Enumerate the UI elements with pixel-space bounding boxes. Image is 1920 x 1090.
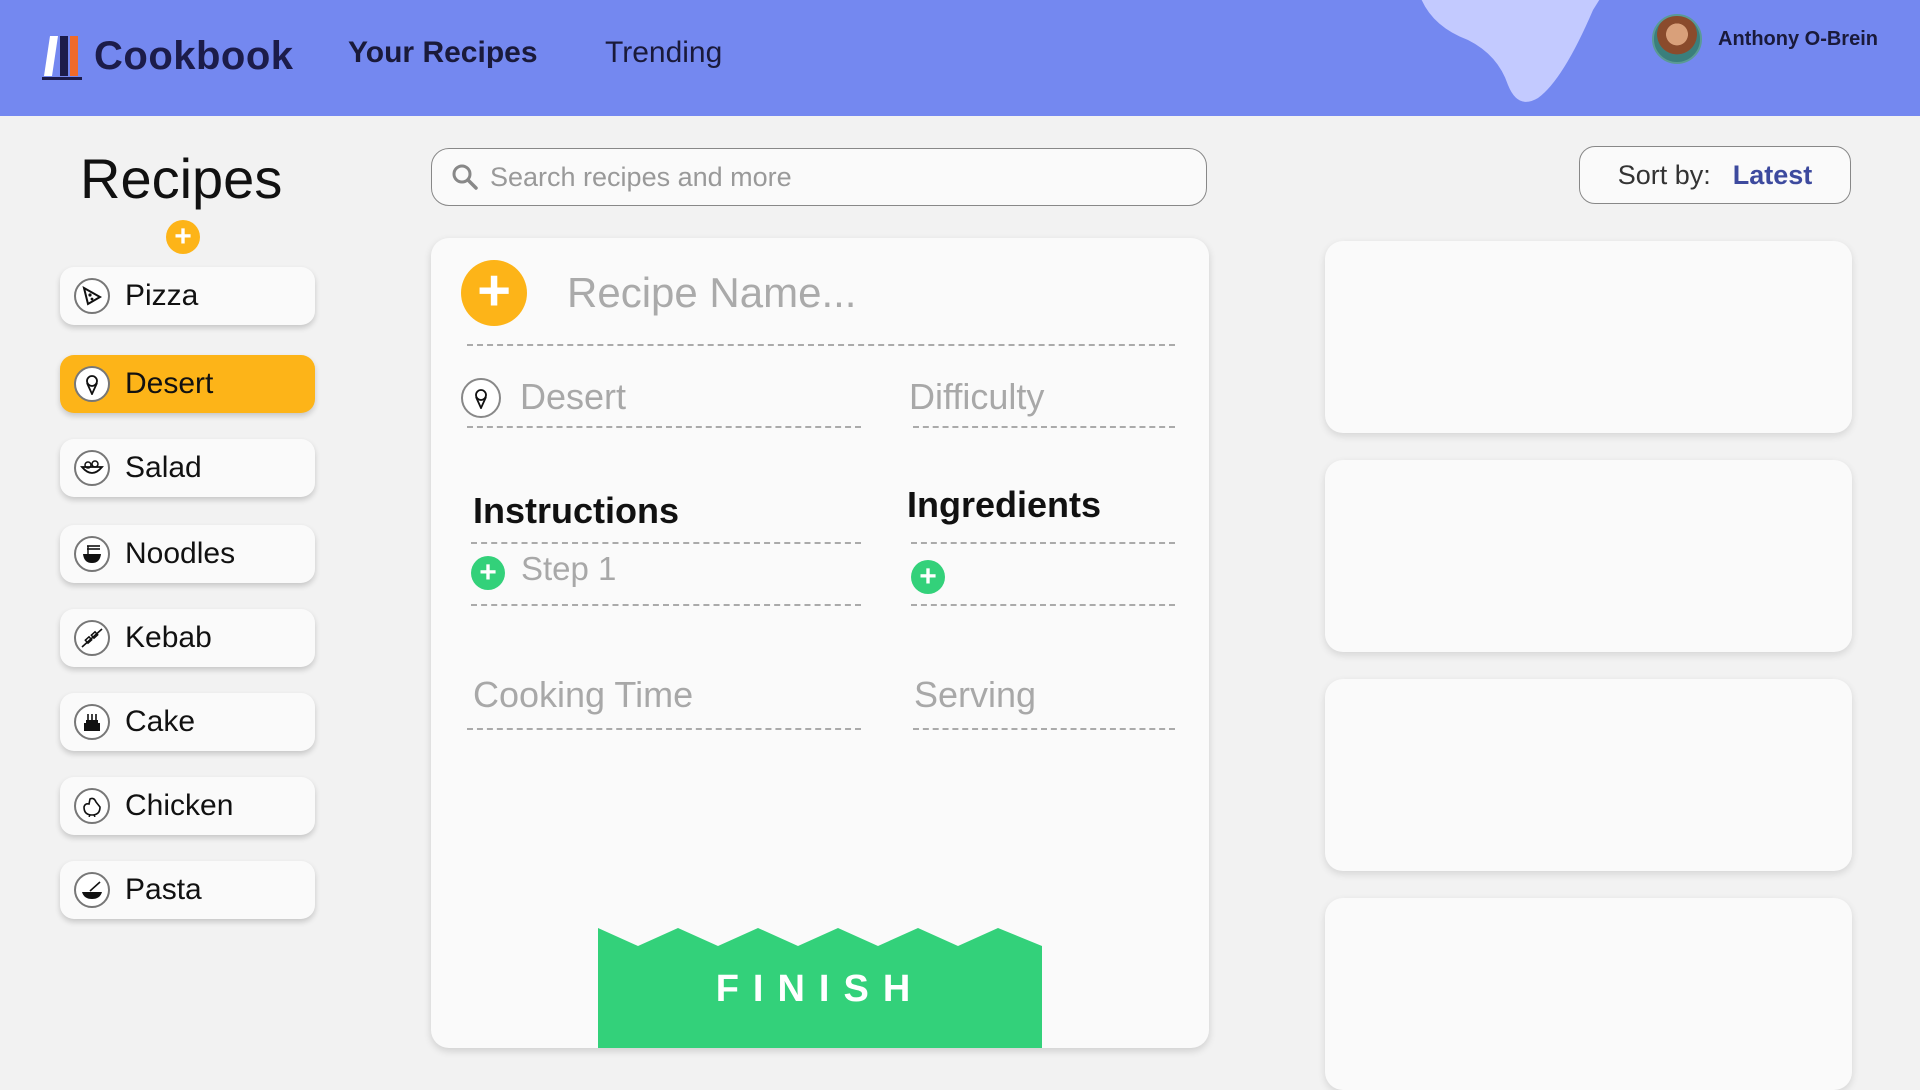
search-input[interactable]: [488, 160, 1172, 194]
books-logo-icon: [42, 36, 82, 80]
avatar[interactable]: [1652, 14, 1702, 64]
search-icon: [452, 164, 478, 190]
divider: [471, 604, 861, 606]
pizza-icon: [74, 278, 110, 314]
sidebar-item-label: Cake: [125, 705, 196, 738]
top-bar: Cookbook Your Recipes Trending Anthony O…: [0, 0, 1920, 116]
nav-trending[interactable]: Trending: [605, 36, 722, 70]
divider: [467, 426, 861, 428]
recipe-card-placeholder[interactable]: [1325, 460, 1852, 652]
noodles-icon: [74, 536, 110, 572]
decorative-blob: [1421, 0, 1600, 102]
pasta-icon: [74, 872, 110, 908]
sidebar-item-chicken[interactable]: Chicken: [60, 777, 315, 835]
nav-your-recipes[interactable]: Your Recipes: [348, 36, 538, 70]
sort-label: Sort by:: [1617, 159, 1711, 190]
sidebar-item-label: Pizza: [125, 279, 199, 312]
recipe-card-placeholder[interactable]: [1325, 679, 1852, 871]
sidebar-item-label: Chicken: [125, 789, 234, 822]
ingredients-heading: Ingredients: [907, 484, 1102, 525]
salad-icon: [74, 450, 110, 486]
category-field[interactable]: Desert: [520, 376, 626, 418]
add-ingredient-button[interactable]: +: [911, 560, 945, 594]
sidebar-title: Recipes: [80, 147, 283, 210]
search-bar[interactable]: [431, 148, 1207, 206]
cooking-time-field[interactable]: Cooking Time: [473, 674, 693, 716]
sort-value[interactable]: Latest: [1733, 160, 1813, 191]
sidebar-item-label: Desert: [125, 367, 214, 400]
divider: [913, 728, 1175, 730]
add-category-button[interactable]: +: [166, 220, 200, 254]
sidebar-item-salad[interactable]: Salad: [60, 439, 315, 497]
sidebar-item-desert[interactable]: Desert: [60, 355, 315, 413]
finish-label: FINISH: [715, 968, 925, 1010]
step-field[interactable]: Step 1: [521, 550, 616, 588]
add-step-button[interactable]: +: [471, 556, 505, 590]
cake-icon: [74, 704, 110, 740]
recipe-name-input[interactable]: [565, 268, 1169, 318]
kebab-icon: [74, 620, 110, 656]
recipe-card-placeholder[interactable]: [1325, 898, 1852, 1090]
instructions-heading: Instructions: [473, 490, 680, 531]
sidebar-item-label: Salad: [125, 451, 202, 484]
recipe-card-placeholder[interactable]: [1325, 241, 1852, 433]
new-recipe-card: + Desert Difficulty Instructions + Step …: [431, 238, 1209, 1048]
divider: [913, 426, 1175, 428]
divider: [911, 542, 1175, 544]
divider: [471, 542, 861, 544]
sidebar-item-pizza[interactable]: Pizza: [60, 267, 315, 325]
add-photo-button[interactable]: +: [461, 260, 527, 326]
user-menu[interactable]: Anthony O-Brein: [1652, 14, 1878, 64]
sidebar-item-label: Kebab: [125, 621, 212, 654]
app-name: Cookbook: [94, 33, 294, 78]
sidebar-item-label: Pasta: [125, 873, 202, 906]
divider: [467, 344, 1175, 346]
ice-cream-icon: [74, 366, 110, 402]
logo[interactable]: Cookbook: [40, 30, 294, 82]
ice-cream-icon: [461, 378, 501, 418]
sidebar-item-noodles[interactable]: Noodles: [60, 525, 315, 583]
sidebar-item-label: Noodles: [125, 537, 236, 570]
sidebar-item-pasta[interactable]: Pasta: [60, 861, 315, 919]
user-name: Anthony O-Brein: [1718, 27, 1878, 50]
sort-dropdown[interactable]: Sort by: Latest: [1579, 146, 1851, 204]
serving-field[interactable]: Serving: [914, 674, 1036, 716]
sidebar-item-cake[interactable]: Cake: [60, 693, 315, 751]
sidebar-item-kebab[interactable]: Kebab: [60, 609, 315, 667]
divider: [467, 728, 861, 730]
chicken-icon: [74, 788, 110, 824]
difficulty-field[interactable]: Difficulty: [909, 376, 1044, 418]
divider: [911, 604, 1175, 606]
